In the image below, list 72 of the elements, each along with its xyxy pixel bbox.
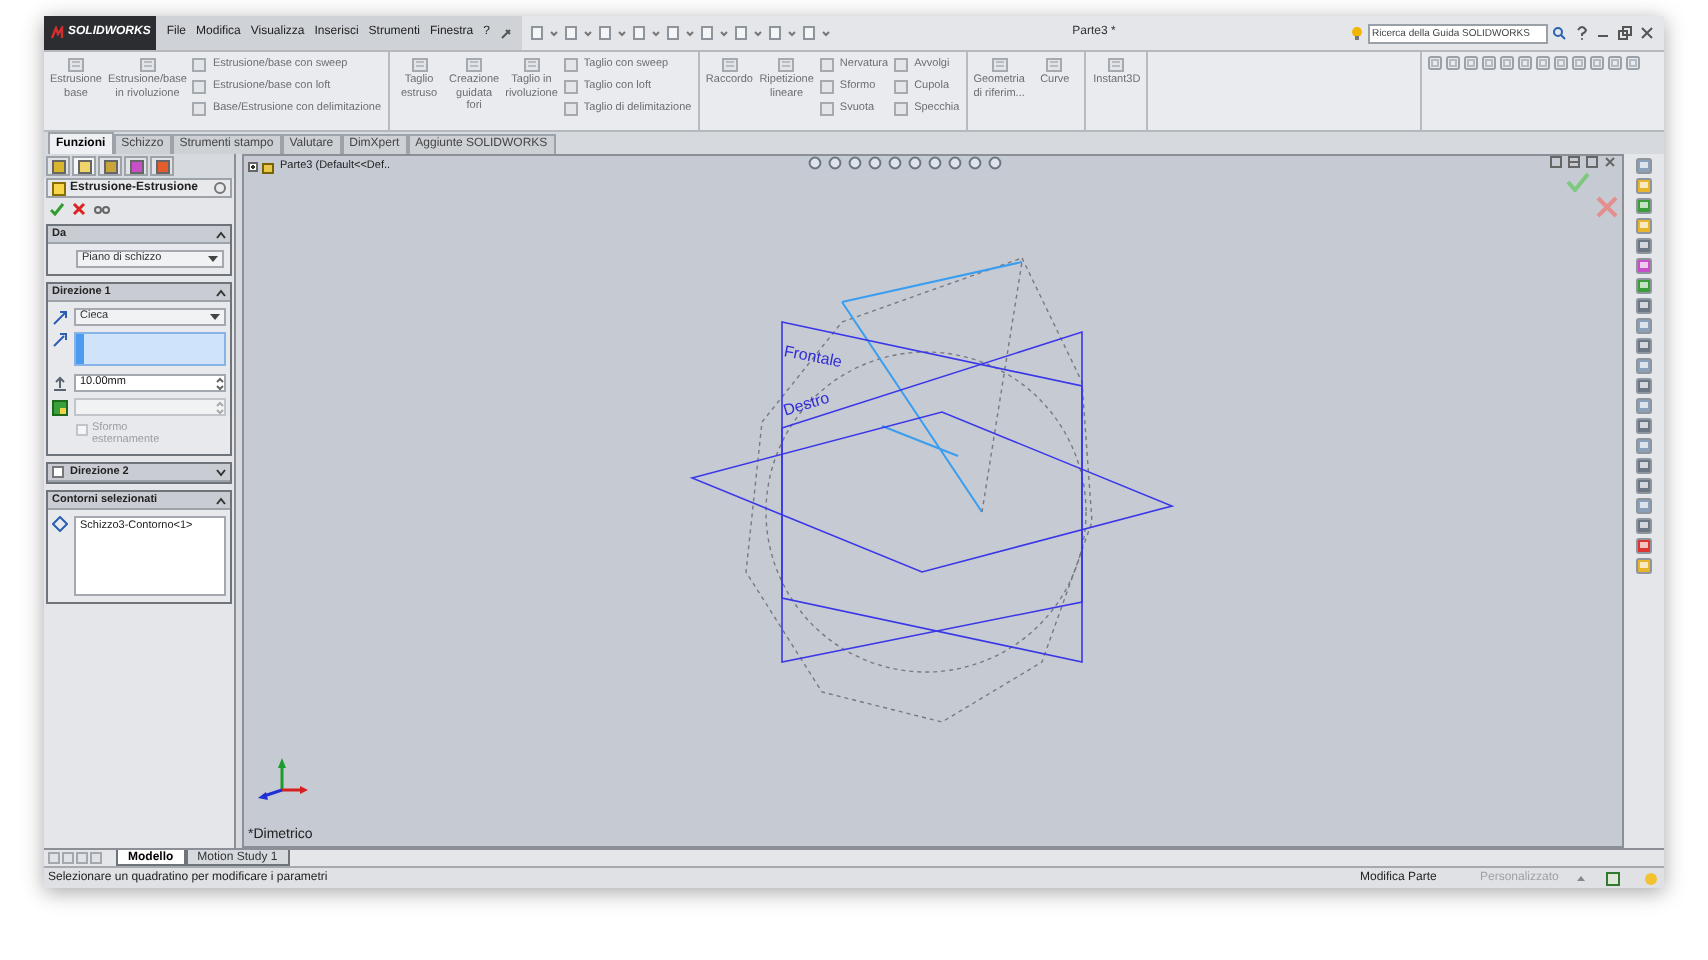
new-document-icon[interactable] [530,26,544,40]
spinner-icon[interactable] [216,375,224,391]
reverse-direction-icon[interactable] [52,309,68,325]
plane-label: Frontale [781,340,844,375]
undo-icon[interactable] [666,26,680,40]
feature-tree-tab[interactable] [46,156,70,176]
configuration-tab[interactable] [98,156,122,176]
collapse-icon[interactable] [216,287,226,297]
open-icon[interactable] [564,26,578,40]
list-icon[interactable] [802,26,816,40]
help-icon[interactable] [1576,26,1588,40]
logo-icon [50,26,64,40]
checkmark-icon[interactable] [1566,172,1590,192]
restore-icon[interactable] [1618,26,1632,40]
draft-icon[interactable] [52,399,68,415]
options-icon[interactable] [768,26,782,40]
arrow-icon [52,332,68,348]
select-icon[interactable] [700,26,714,40]
expand-icon[interactable] [248,161,258,172]
next-icon[interactable] [76,852,88,864]
display-style-icon[interactable] [908,156,922,170]
restore-icon[interactable] [1568,156,1580,168]
dropdown-caret-icon [210,313,220,321]
expand-icon[interactable] [216,467,226,477]
close-icon[interactable] [1604,156,1616,168]
collapse-icon[interactable] [216,495,226,505]
part-icon [262,159,276,174]
property-icon [77,159,91,173]
checkmark-icon[interactable] [50,201,64,215]
rebuild-icon[interactable] [734,26,748,40]
profile-icon [52,516,68,532]
configuration-icon [103,159,117,173]
glasses-icon[interactable] [94,201,110,215]
previous-view-icon[interactable] [848,156,862,170]
hide-show-icon[interactable] [928,156,942,170]
previous-icon[interactable] [62,852,74,864]
last-icon[interactable] [90,852,102,864]
scene-icon[interactable] [968,156,982,170]
section-view-icon[interactable] [868,156,882,170]
dropdown-caret-icon [208,255,218,263]
draft-angle-field[interactable] [74,398,226,416]
print-icon[interactable] [632,26,646,40]
close-icon[interactable] [72,201,86,215]
appearance-icon[interactable] [948,156,962,170]
checkbox[interactable] [52,466,64,478]
zoom-area-icon[interactable] [828,156,842,170]
depth-icon [52,375,68,391]
lightbulb-icon [1350,26,1364,40]
selection-box[interactable] [74,332,226,366]
minimize-icon[interactable] [1550,156,1562,168]
extrude-icon [52,181,66,195]
maximize-icon[interactable] [1586,156,1598,168]
rebuild-icon[interactable] [1606,871,1620,885]
dimxpert-icon [129,159,143,173]
display-settings-icon[interactable] [988,156,1002,170]
close-icon[interactable] [1640,26,1654,40]
property-tab[interactable] [72,156,96,176]
display-icon [155,159,169,173]
save-icon[interactable] [598,26,612,40]
triad-icon [258,758,308,800]
search-icon[interactable] [1552,26,1566,40]
display-tab[interactable] [150,156,174,176]
plane-label: Destro [780,386,833,424]
dimxpert-tab[interactable] [124,156,148,176]
view-orientation-icon[interactable] [888,156,902,170]
pin-icon[interactable] [500,27,512,39]
caret-icon[interactable] [1576,873,1586,883]
collapse-icon[interactable] [216,229,226,239]
help-icon[interactable] [214,182,226,194]
feature-tree-icon [51,159,65,173]
zoom-fit-icon[interactable] [808,156,822,170]
first-icon[interactable] [48,852,60,864]
